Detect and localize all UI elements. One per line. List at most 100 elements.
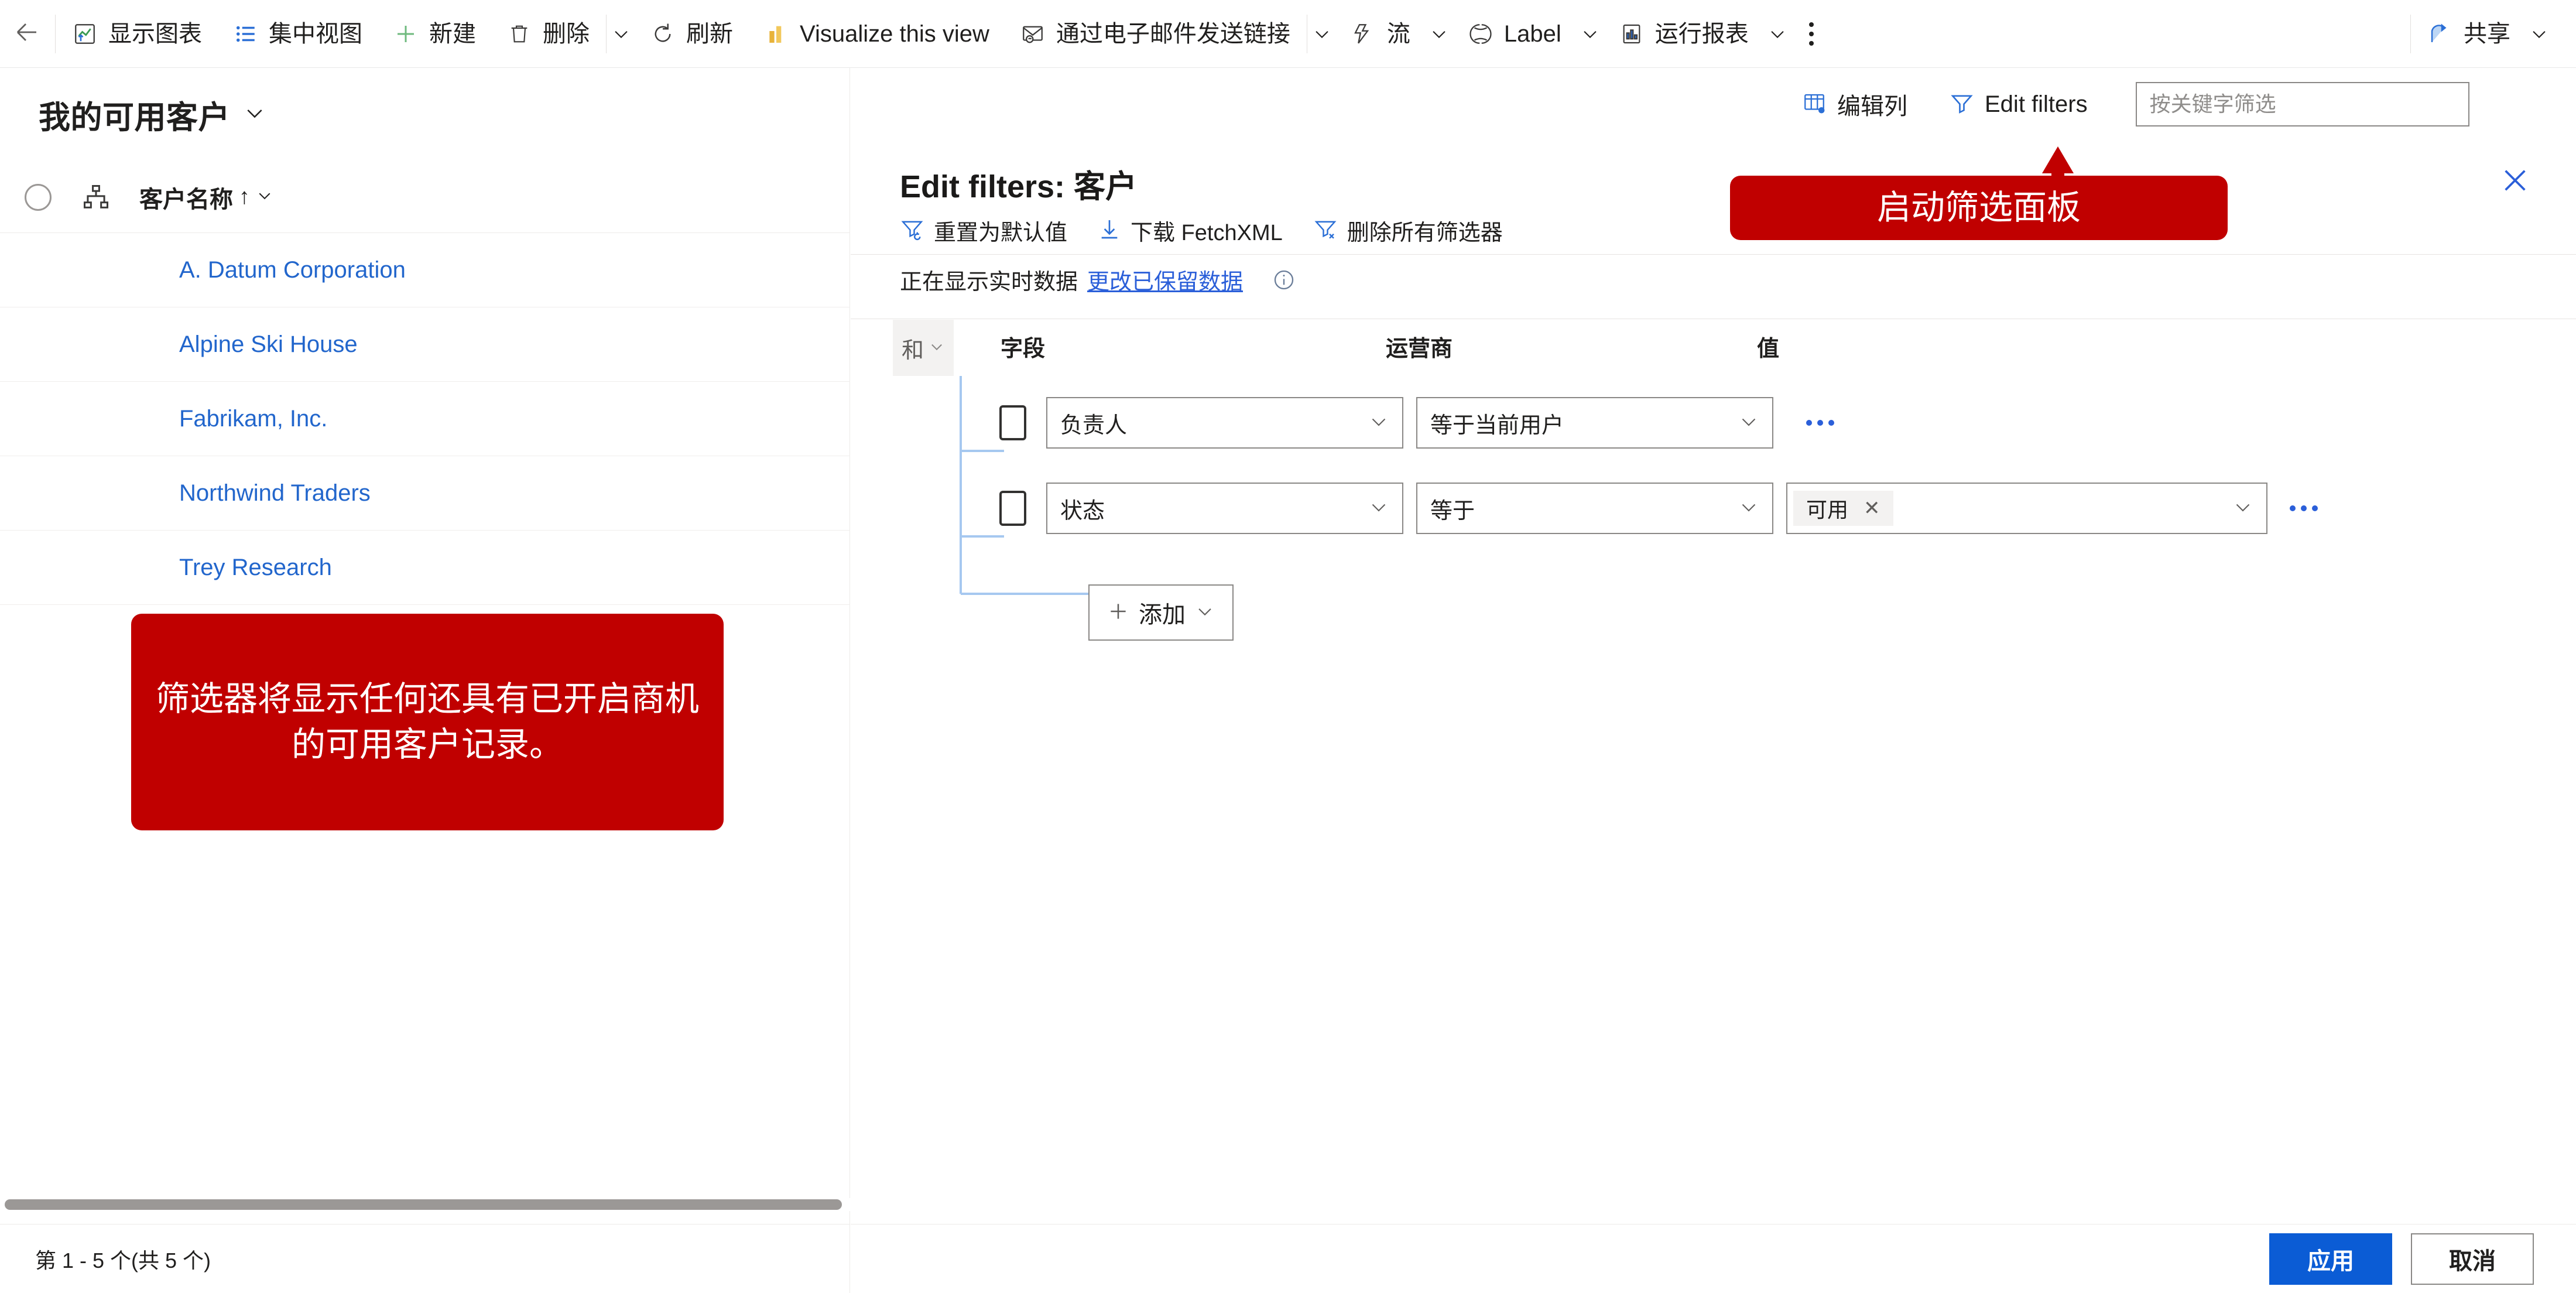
record-link[interactable]: A. Datum Corporation	[179, 257, 406, 283]
table-row[interactable]: Alpine Ski House	[0, 307, 850, 382]
action-label: 重置为默认值	[934, 221, 1068, 245]
remove-all-filters-button[interactable]: 删除所有筛选器	[1313, 214, 1503, 247]
command-delete[interactable]: 删除	[491, 0, 605, 68]
funnel-clear-icon	[1313, 217, 1338, 244]
command-flow[interactable]: 流	[1335, 0, 1426, 68]
column-header-account-name[interactable]: 客户名称 ↑	[139, 180, 273, 214]
chart-icon	[72, 21, 98, 47]
powerbi-icon	[763, 21, 789, 47]
command-show-chart[interactable]: 显示图表	[57, 0, 217, 68]
filter-field-value: 状态	[1060, 498, 1105, 524]
filter-field-select[interactable]: 负责人	[1046, 397, 1403, 449]
group-operator-dropdown[interactable]: 和	[893, 320, 954, 376]
filter-value-select[interactable]: 可用 ✕	[1786, 483, 2267, 534]
table-row[interactable]: A. Datum Corporation	[0, 233, 850, 307]
callout-text: 筛选器将显示任何还具有已开启商机的可用客户记录。	[155, 679, 699, 764]
view-title: 我的可用客户	[39, 100, 230, 135]
filter-operator-value: 等于当前用户	[1430, 413, 1564, 438]
record-link[interactable]: Fabrikam, Inc.	[179, 406, 327, 432]
table-row[interactable]: Northwind Traders	[0, 456, 850, 531]
command-run-report[interactable]: 运行报表	[1604, 0, 1764, 68]
table-row[interactable]: Fabrikam, Inc.	[0, 382, 850, 456]
filter-row-more-button[interactable]	[1800, 414, 1840, 432]
list-icon	[232, 21, 258, 47]
filter-field-value: 负责人	[1060, 413, 1128, 438]
change-saved-data-link[interactable]: 更改已保留数据	[1087, 264, 1243, 296]
filter-grid-header: 和 字段 运营商 值	[851, 320, 2576, 376]
panel-footer: 应用 取消	[851, 1224, 2576, 1293]
reset-to-default-button[interactable]: 重置为默认值	[900, 214, 1067, 247]
toolbar-divider	[55, 14, 56, 53]
list-footer: 第 1 - 5 个(共 5 个)	[0, 1224, 850, 1293]
command-label: 显示图表	[108, 20, 202, 47]
chevron-down-icon	[1368, 411, 1389, 435]
record-link[interactable]: Trey Research	[179, 555, 332, 581]
sort-ascending-icon: ↑	[239, 184, 250, 209]
command-label-text: Label	[1503, 20, 1561, 47]
record-link[interactable]: Alpine Ski House	[179, 331, 358, 358]
label-icon	[1468, 21, 1493, 47]
command-focused-view[interactable]: 集中视图	[217, 0, 378, 68]
column-header-field: 字段	[1001, 337, 1046, 361]
share-chevron[interactable]	[2526, 0, 2553, 68]
filter-row-checkbox[interactable]	[999, 491, 1026, 526]
flow-chevron[interactable]	[1426, 0, 1453, 68]
horizontal-scrollbar[interactable]	[0, 1198, 850, 1211]
record-count-label: 第 1 - 5 个(共 5 个)	[35, 1248, 211, 1273]
filter-row-more-button[interactable]	[2284, 500, 2324, 517]
command-label: 运行报表	[1654, 20, 1749, 47]
panel-title: Edit filters: 客户	[900, 169, 1138, 204]
command-overflow-button[interactable]	[1791, 0, 1832, 68]
plus-icon	[1107, 600, 1129, 625]
command-share[interactable]: 共享	[2412, 0, 2526, 68]
filter-row-checkbox[interactable]	[999, 405, 1026, 440]
filter-conditions-grid: 和 字段 运营商 值 负责人 等于当前用户 状态 等于 可用 ✕ 添加	[851, 320, 2576, 641]
command-refresh[interactable]: 刷新	[635, 0, 748, 68]
chevron-down-icon	[1738, 411, 1759, 435]
panel-top-toolbar: 编辑列 Edit filters	[851, 68, 2576, 141]
label-chevron[interactable]	[1577, 0, 1604, 68]
search-input[interactable]	[2136, 83, 2468, 125]
toolbar-divider	[2410, 14, 2411, 53]
filter-value-tag[interactable]: 可用 ✕	[1793, 491, 1893, 526]
back-arrow-icon	[13, 18, 41, 49]
command-label: 刷新	[686, 20, 733, 47]
share-icon	[2427, 21, 2453, 47]
command-new[interactable]: 新建	[378, 0, 491, 68]
command-email-a-link[interactable]: 通过电子邮件发送链接	[1005, 0, 1306, 68]
filter-operator-select[interactable]: 等于	[1416, 483, 1773, 534]
command-label: 流	[1386, 20, 1410, 47]
download-fetchxml-button[interactable]: 下载 FetchXML	[1098, 214, 1283, 247]
record-link[interactable]: Northwind Traders	[179, 480, 371, 507]
radio-circle-icon[interactable]	[25, 183, 52, 211]
chevron-down-icon	[1195, 601, 1215, 624]
refresh-icon	[650, 21, 676, 47]
chevron-down-icon	[929, 338, 945, 358]
apply-button[interactable]: 应用	[2269, 1233, 2392, 1285]
scrollbar-thumb[interactable]	[5, 1199, 842, 1210]
email-overflow-chevron[interactable]	[1308, 0, 1335, 68]
filter-operator-value: 等于	[1430, 498, 1475, 524]
edit-columns-button[interactable]: 编辑列	[1802, 87, 1907, 121]
close-panel-button[interactable]	[2493, 159, 2537, 204]
close-small-icon[interactable]: ✕	[1864, 497, 1880, 520]
edit-filters-label: Edit filters	[1985, 91, 2088, 117]
keyword-search-box[interactable]	[2135, 82, 2469, 126]
cancel-button[interactable]: 取消	[2411, 1233, 2534, 1285]
run-report-chevron[interactable]	[1764, 0, 1791, 68]
delete-overflow-chevron[interactable]	[608, 0, 635, 68]
table-row[interactable]: Trey Research	[0, 531, 850, 605]
command-label: Visualize this view	[800, 20, 989, 47]
view-selector[interactable]: 我的可用客户	[39, 91, 266, 138]
app-root: 显示图表 集中视图 新建 删除 刷新 Visualize this view 通…	[0, 0, 2576, 1293]
filter-field-select[interactable]: 状态	[1046, 483, 1403, 534]
edit-columns-label: 编辑列	[1837, 94, 1907, 119]
add-filter-button[interactable]: 添加	[1088, 584, 1234, 641]
command-label[interactable]: Label	[1453, 0, 1577, 68]
edit-filters-button[interactable]: Edit filters	[1950, 91, 2088, 118]
edit-filters-panel: 编辑列 Edit filters Edit filters: 客户	[851, 68, 2576, 1293]
back-button[interactable]	[0, 0, 54, 68]
info-icon[interactable]	[1272, 268, 1296, 292]
command-visualize-this-view[interactable]: Visualize this view	[748, 0, 1005, 68]
filter-operator-select[interactable]: 等于当前用户	[1416, 397, 1773, 449]
